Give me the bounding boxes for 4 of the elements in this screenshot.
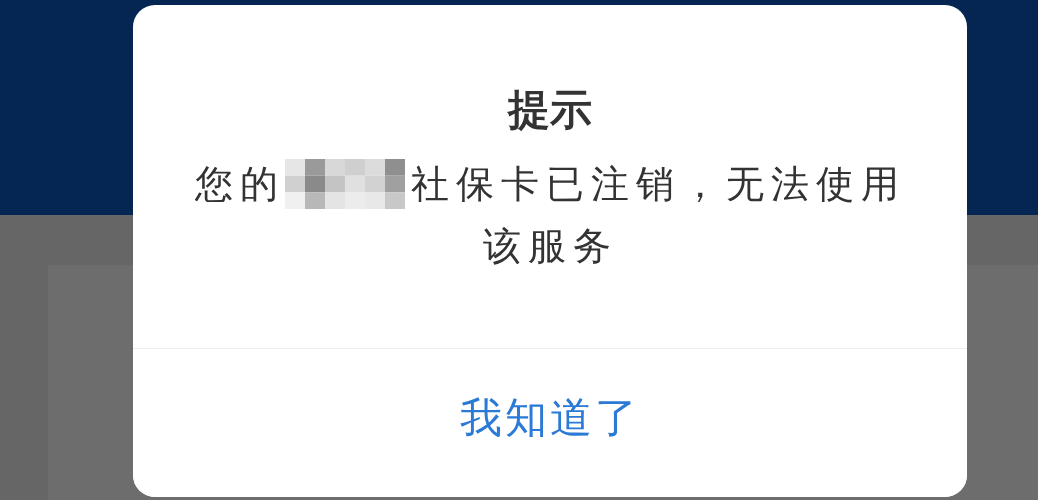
message-text: 社保卡已注销，无法使用: [410, 161, 906, 208]
dialog-title: 提示: [508, 85, 592, 135]
message-text: 该服务: [482, 223, 618, 270]
message-text: 您的: [194, 161, 285, 208]
